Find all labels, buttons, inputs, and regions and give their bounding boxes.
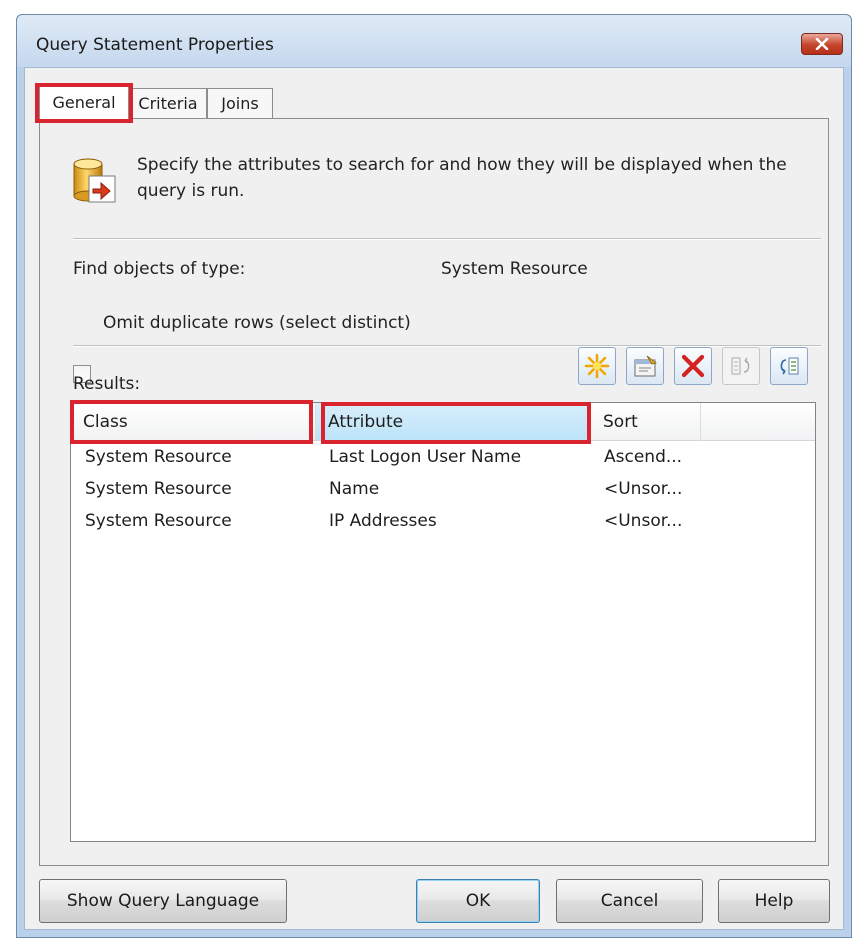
cell-class: System Resource	[85, 447, 232, 467]
tab-joins-label: Joins	[221, 94, 259, 113]
show-query-language-label: Show Query Language	[66, 891, 260, 911]
column-header-attribute-label: Attribute	[328, 411, 404, 432]
separator-top	[73, 238, 821, 240]
close-icon	[815, 38, 829, 50]
cell-attribute: Last Logon User Name	[329, 447, 522, 467]
ok-button[interactable]: OK	[416, 879, 540, 923]
help-label: Help	[754, 891, 794, 911]
omit-duplicates-label[interactable]: Omit duplicate rows (select distinct)	[103, 313, 411, 333]
close-button[interactable]	[801, 33, 843, 55]
column-header-sort[interactable]: Sort	[591, 403, 701, 441]
column-header-filler	[701, 403, 815, 441]
tab-joins[interactable]: Joins	[207, 88, 273, 118]
delete-x-icon	[681, 354, 705, 378]
query-database-icon	[73, 158, 116, 203]
properties-button[interactable]	[626, 347, 664, 385]
move-down-button[interactable]	[770, 347, 808, 385]
show-query-language-button[interactable]: Show Query Language	[39, 879, 287, 923]
find-objects-label: Find objects of type:	[73, 259, 246, 279]
results-list[interactable]: Class Attribute Sort System Resource Las…	[70, 402, 816, 842]
tab-general-label: General	[52, 93, 116, 112]
column-header-class-label: Class	[83, 411, 128, 432]
cell-sort: <Unsor...	[604, 479, 683, 499]
tab-criteria[interactable]: Criteria	[129, 88, 207, 118]
move-up-icon	[731, 357, 750, 375]
table-row[interactable]: System Resource IP Addresses <Unsor...	[71, 507, 815, 539]
delete-attribute-button[interactable]	[674, 347, 712, 385]
column-header-attribute[interactable]: Attribute	[316, 403, 591, 441]
dialog-client-area: General Criteria Joins Specify the attri…	[24, 67, 844, 930]
tab-criteria-label: Criteria	[138, 94, 198, 113]
cancel-label: Cancel	[600, 891, 659, 911]
cell-sort: Ascend...	[604, 447, 683, 467]
title-bar[interactable]: Query Statement Properties	[17, 15, 851, 67]
move-down-icon	[780, 357, 799, 375]
table-row[interactable]: System Resource Last Logon User Name Asc…	[71, 443, 815, 475]
ok-label: OK	[465, 891, 491, 911]
tab-general[interactable]: General	[39, 85, 129, 119]
new-star-icon	[584, 353, 610, 379]
column-header-sort-label: Sort	[603, 411, 638, 432]
cell-class: System Resource	[85, 511, 232, 531]
cell-class: System Resource	[85, 479, 232, 499]
cell-sort: <Unsor...	[604, 511, 683, 531]
move-up-button[interactable]	[722, 347, 760, 385]
dialog-window: Query Statement Properties General Crite…	[16, 14, 852, 938]
window-title: Query Statement Properties	[36, 35, 274, 55]
column-header-class[interactable]: Class	[71, 403, 316, 441]
find-objects-value: System Resource	[441, 259, 588, 279]
table-row[interactable]: System Resource Name <Unsor...	[71, 475, 815, 507]
description-text: Specify the attributes to search for and…	[137, 155, 787, 201]
properties-icon	[634, 355, 657, 377]
cancel-button[interactable]: Cancel	[556, 879, 703, 923]
new-attribute-button[interactable]	[578, 347, 616, 385]
cell-attribute: Name	[329, 479, 380, 499]
results-label: Results:	[73, 374, 141, 394]
help-button[interactable]: Help	[718, 879, 830, 923]
cell-attribute: IP Addresses	[329, 511, 437, 531]
